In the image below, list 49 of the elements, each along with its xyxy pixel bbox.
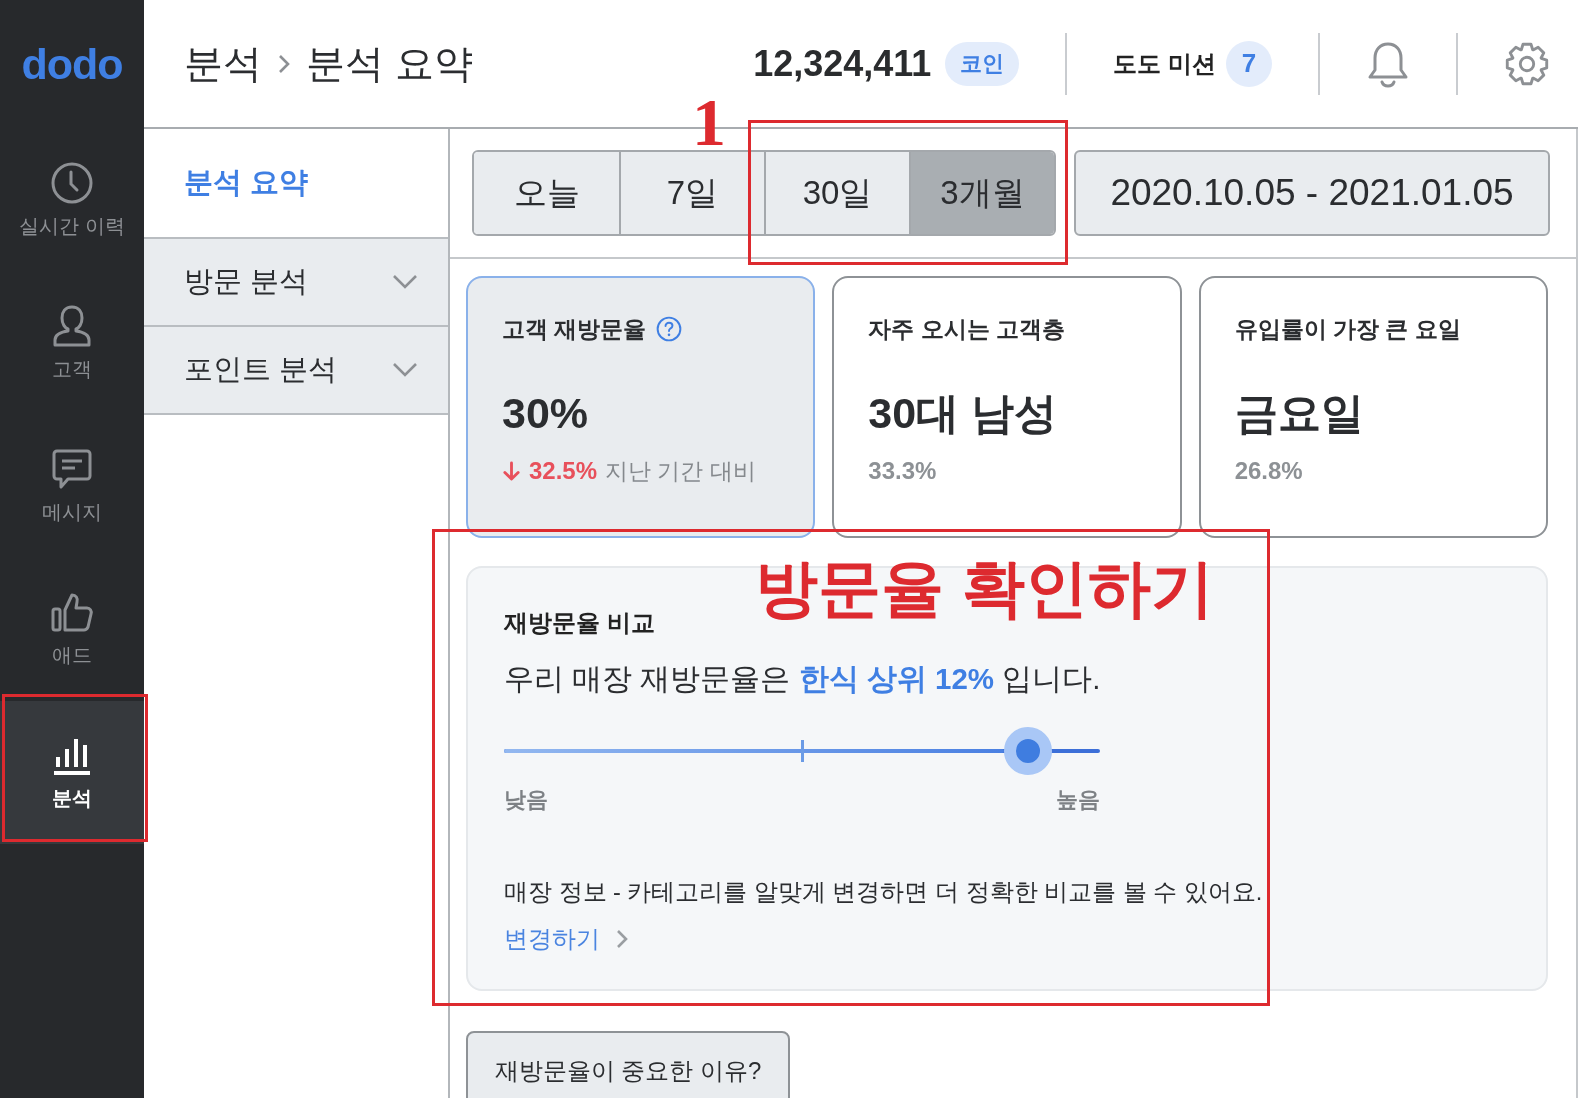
sidebar-item[interactable]: 애드 bbox=[0, 558, 144, 701]
midpoint-marker-icon bbox=[801, 740, 804, 762]
comparison-sentence: 우리 매장 재방문율은 한식 상위 12% 입니다. bbox=[504, 661, 1102, 697]
panel-title: 재방문율 비교 bbox=[504, 608, 656, 638]
scale-label: 높음 bbox=[1056, 787, 1100, 813]
card-title: 유입률이 가장 큰 요일 bbox=[1234, 315, 1461, 344]
chat-icon bbox=[50, 447, 94, 491]
info-text: 매장 정보 - 카테고리를 알맞게 변경하면 더 정확한 비교를 볼 수 있어요. bbox=[504, 878, 1264, 907]
sidebar-item[interactable]: 메시지 bbox=[0, 415, 144, 558]
logo: dodo bbox=[20, 39, 124, 90]
breadcrumb-item[interactable]: 분석 bbox=[184, 36, 262, 91]
annotation-caption: 방문율 확인하기 bbox=[755, 552, 1214, 625]
slider-thumb[interactable] bbox=[1004, 727, 1053, 775]
submenu-item[interactable]: 포인트 분석 bbox=[144, 327, 448, 415]
mission-label[interactable]: 도도 미션 bbox=[1113, 47, 1216, 80]
period-tab[interactable]: 7일 bbox=[619, 152, 764, 234]
coin-badge: 코인 bbox=[945, 41, 1020, 86]
period-tab[interactable]: 30일 bbox=[764, 152, 909, 234]
card-value: 30% bbox=[502, 389, 590, 437]
help-button[interactable]: 재방문율이 중요한 이유? bbox=[466, 1031, 790, 1098]
help-icon[interactable] bbox=[656, 316, 683, 342]
stat-card[interactable]: 유입률이 가장 큰 요일 금요일 26.8% bbox=[1198, 276, 1548, 538]
sidebar-item[interactable]: 고객 bbox=[0, 272, 144, 415]
sidebar-item[interactable]: 실시간 이력 bbox=[0, 129, 144, 272]
card-detail: 26.8% bbox=[1234, 457, 1303, 485]
breadcrumb-item[interactable]: 분석 요약 bbox=[306, 36, 473, 91]
period-tab[interactable]: 오늘 bbox=[474, 152, 619, 234]
chevron-down-icon bbox=[392, 362, 418, 378]
chevron-down-icon bbox=[392, 274, 418, 290]
clock-icon bbox=[50, 161, 94, 205]
card-detail: 33.3% bbox=[868, 457, 937, 485]
change-note: 지난 기간 대비 bbox=[605, 456, 756, 486]
date-range-button[interactable]: 2020.10.05 - 2021.01.05 bbox=[1074, 150, 1550, 236]
stat-card[interactable]: 고객 재방문율 30% 32.5% 지난 기간 대비 bbox=[466, 276, 816, 538]
chevron-right-icon bbox=[278, 53, 290, 74]
period-tab[interactable]: 3개월 bbox=[909, 152, 1054, 234]
mission-count-badge: 7 bbox=[1226, 40, 1272, 87]
card-value: 30대 남성 bbox=[868, 389, 1059, 437]
sidebar-item[interactable]: 분석 bbox=[0, 701, 144, 844]
card-title: 고객 재방문율 bbox=[502, 315, 647, 344]
scale-label: 낮음 bbox=[504, 787, 548, 813]
card-title: 자주 오시는 고객층 bbox=[868, 315, 1066, 344]
chevron-right-icon bbox=[616, 929, 628, 949]
coin-balance: 12,324,411 bbox=[753, 42, 932, 85]
submenu-item[interactable]: 방문 분석 bbox=[144, 239, 448, 327]
settings-icon[interactable] bbox=[1504, 40, 1550, 87]
card-value: 금요일 bbox=[1234, 389, 1365, 437]
stat-card[interactable]: 자주 오시는 고객층 30대 남성 33.3% bbox=[832, 276, 1182, 538]
change-amount: 32.5% bbox=[529, 457, 598, 485]
